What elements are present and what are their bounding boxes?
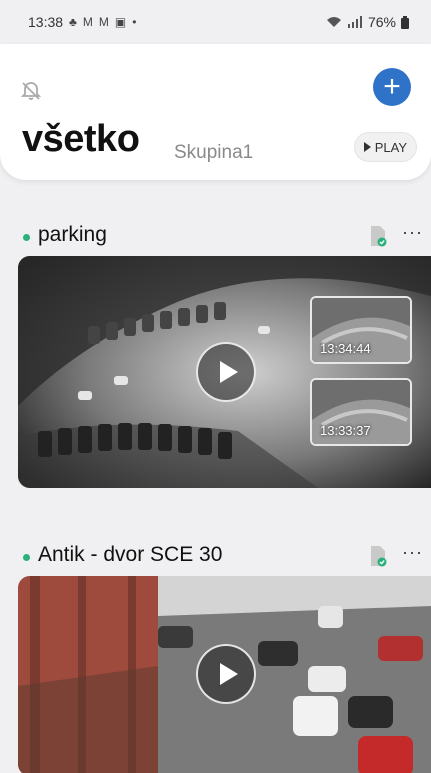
status-right: 76%: [326, 14, 409, 30]
bell-off-icon: [20, 82, 42, 100]
mail-icon: M: [82, 15, 93, 29]
add-camera-button[interactable]: +: [373, 68, 411, 106]
recording-file-icon[interactable]: [369, 545, 387, 567]
camera-card: Antik - dvor SCE 30 ···: [0, 532, 431, 773]
event-thumbnail[interactable]: 13:34:44: [310, 296, 412, 364]
mute-notifications-button[interactable]: [16, 76, 46, 106]
camera-video-preview[interactable]: 13:34:44 13:33:37: [18, 256, 431, 488]
online-status-dot: [23, 234, 30, 241]
status-dot: •: [132, 15, 137, 29]
play-icon: [219, 361, 238, 383]
more-options-button[interactable]: ···: [402, 222, 423, 243]
status-left: 13:38 ♣ M M ▣ •: [28, 14, 136, 30]
event-thumbnail[interactable]: 13:33:37: [310, 378, 412, 446]
header-card: + všetko Skupina1 PLAY: [0, 44, 431, 180]
recording-file-icon[interactable]: [369, 225, 387, 247]
play-icon: [219, 663, 238, 685]
mail-icon: M: [98, 15, 109, 29]
plus-icon: +: [383, 70, 401, 103]
page-title: všetko: [22, 118, 140, 160]
battery-percent: 76%: [367, 14, 396, 30]
bell-icon: ♣: [69, 15, 77, 29]
battery-icon: [401, 15, 409, 29]
more-options-button[interactable]: ···: [402, 542, 423, 563]
camera-card: parking ··· 13:34:44 13:33:37: [0, 212, 431, 488]
camera-name[interactable]: parking: [38, 223, 107, 247]
play-all-button[interactable]: PLAY: [353, 132, 417, 162]
thumbnail-timestamp: 13:33:37: [320, 423, 371, 438]
play-label: PLAY: [374, 139, 407, 155]
status-bar: 13:38 ♣ M M ▣ • 76%: [0, 0, 431, 44]
camera-header: Antik - dvor SCE 30 ···: [0, 532, 431, 572]
gallery-icon: ▣: [114, 15, 127, 29]
camera-header: parking ···: [0, 212, 431, 252]
status-time: 13:38: [28, 14, 64, 30]
thumbnail-timestamp: 13:34:44: [320, 341, 371, 356]
wifi-icon: [326, 17, 341, 27]
camera-name[interactable]: Antik - dvor SCE 30: [38, 543, 222, 567]
play-video-button[interactable]: [196, 644, 256, 704]
camera-video-preview[interactable]: [18, 576, 431, 773]
group-tab[interactable]: Skupina1: [174, 142, 253, 164]
signal-icon: [347, 16, 362, 28]
play-video-button[interactable]: [196, 342, 256, 402]
play-icon: [363, 142, 371, 152]
online-status-dot: [23, 554, 30, 561]
